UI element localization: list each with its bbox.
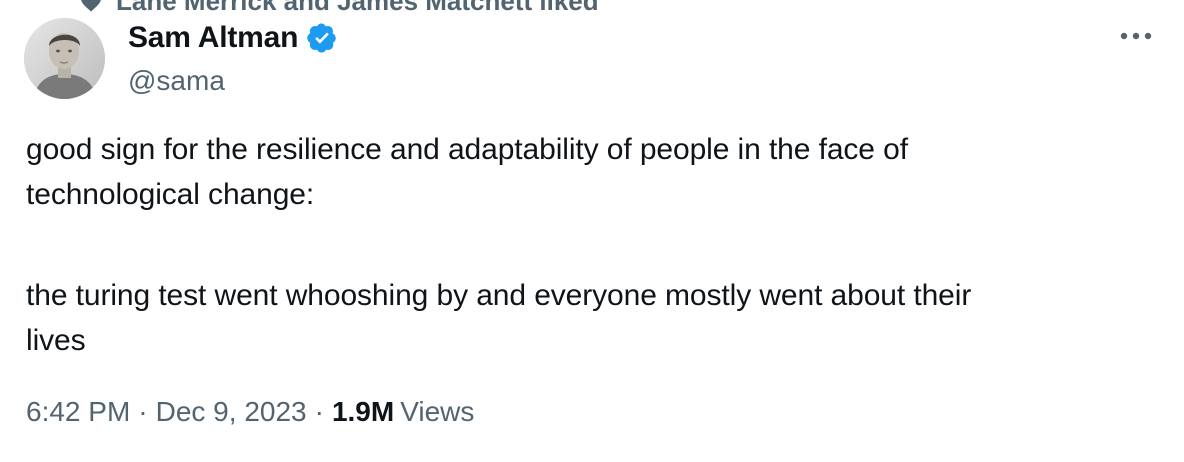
verified-badge-icon[interactable] <box>306 22 338 54</box>
author-block: Sam Altman @sama <box>128 18 338 97</box>
tweet-line: lives <box>26 324 86 357</box>
more-horizontal-icon[interactable] <box>1118 24 1154 48</box>
tweet-text: good sign for the resilience and adaptab… <box>26 127 1166 363</box>
views-count: 1.9M <box>331 396 395 427</box>
handle[interactable]: @sama <box>128 65 338 97</box>
meta-separator: · <box>314 396 324 427</box>
display-name[interactable]: Sam Altman <box>128 21 298 55</box>
tweet-line: good sign for the resilience and adaptab… <box>26 133 908 166</box>
social-context: Lane Merrick and James Matchett liked <box>78 0 599 17</box>
tweet-line: technological change: <box>26 178 315 211</box>
timestamp-date[interactable]: Dec 9, 2023 <box>156 396 307 428</box>
timestamp-time[interactable]: 6:42 PM <box>26 396 130 428</box>
social-context-label[interactable]: Lane Merrick and James Matchett liked <box>116 0 599 17</box>
tweet-meta: 6:42 PM · Dec 9, 2023 · 1.9M Views <box>26 396 474 428</box>
heart-icon <box>78 0 104 14</box>
tweet-line: the turing test went whooshing by and ev… <box>26 279 972 312</box>
name-row: Sam Altman <box>128 18 338 58</box>
meta-separator: · <box>138 396 148 427</box>
avatar[interactable] <box>24 18 105 99</box>
views-label: Views <box>400 396 475 427</box>
